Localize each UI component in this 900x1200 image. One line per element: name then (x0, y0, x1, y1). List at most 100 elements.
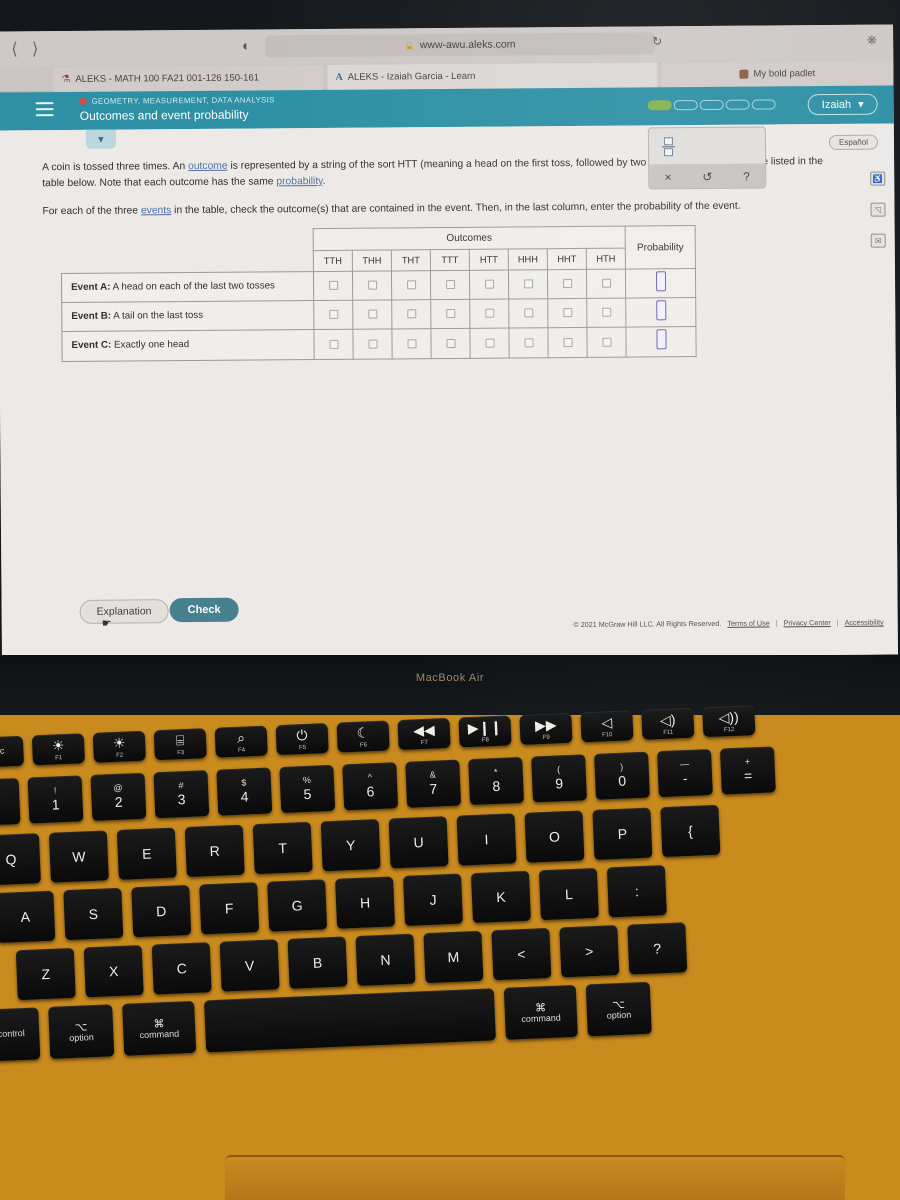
events-link[interactable]: events (141, 205, 171, 216)
outcome-checkbox-cell[interactable] (547, 298, 587, 329)
checkbox-icon[interactable] (562, 308, 572, 318)
checkbox-icon[interactable] (328, 339, 339, 349)
key-1[interactable]: ! 1 (27, 775, 84, 824)
probability-input[interactable] (655, 270, 666, 291)
checkbox-icon[interactable] (328, 280, 338, 291)
key-7[interactable]: & 7 (405, 759, 462, 808)
key-k[interactable]: K (470, 870, 531, 924)
key-c[interactable]: C (151, 942, 212, 995)
browser-tab-1[interactable]: ⚗ ALEKS - MATH 100 FA21 001-126 150-161 (53, 64, 324, 93)
key-q[interactable]: Q (0, 833, 41, 886)
checkbox-icon[interactable] (484, 338, 495, 348)
key-backtick[interactable]: ~` (0, 778, 21, 827)
user-menu-button[interactable]: Izaiah ▾ (807, 93, 878, 116)
outcome-checkbox-cell[interactable] (313, 271, 353, 301)
checkbox-icon[interactable] (562, 279, 572, 289)
outcome-checkbox-cell[interactable] (352, 329, 393, 359)
fraction-template-icon[interactable] (661, 136, 675, 156)
key-f1[interactable]: ☀ F1 (31, 733, 85, 766)
key-p[interactable]: P (592, 807, 653, 860)
key-j[interactable]: J (402, 873, 464, 926)
forward-arrow-icon[interactable]: ⟩ (32, 39, 39, 59)
outcome-checkbox-cell[interactable] (469, 299, 509, 329)
key-option-right[interactable]: ⌥ option (585, 981, 652, 1037)
terms-of-use-link[interactable]: Terms of Use (727, 618, 769, 627)
checkbox-icon[interactable] (328, 310, 338, 320)
outcome-checkbox-cell[interactable] (508, 269, 548, 300)
key-4[interactable]: $4 (216, 767, 273, 816)
key-control[interactable]: control (0, 1007, 41, 1062)
key-f2[interactable]: ☀ F2 (92, 730, 146, 763)
outcome-checkbox-cell[interactable] (391, 329, 432, 359)
espanol-button[interactable]: Español (828, 134, 879, 151)
key-u[interactable]: U (388, 816, 449, 869)
checkbox-icon[interactable] (445, 309, 455, 319)
key-t[interactable]: T (252, 821, 313, 875)
hamburger-menu-icon[interactable] (35, 102, 54, 120)
message-icon[interactable]: ✉ (870, 233, 886, 248)
notes-icon[interactable]: ◹ (870, 202, 886, 217)
collapse-panel-button[interactable]: ▾ (85, 129, 116, 149)
key-command-right[interactable]: ⌘ command (503, 984, 578, 1040)
trackpad-area[interactable] (225, 1155, 845, 1200)
outcome-checkbox-cell[interactable] (547, 327, 588, 358)
key-m[interactable]: M (423, 930, 484, 984)
browser-tab-2[interactable]: A ALEKS - Izaiah Garcia - Learn (327, 62, 658, 90)
share-icon[interactable]: ⎈ (867, 32, 878, 48)
outcome-checkbox-cell[interactable] (430, 328, 471, 359)
probability-input[interactable] (655, 300, 666, 321)
outcome-checkbox-cell[interactable] (508, 298, 548, 329)
key-f10[interactable]: ◁ F10 (580, 710, 634, 743)
checkbox-icon[interactable] (484, 279, 494, 289)
outcome-checkbox-cell[interactable] (313, 329, 354, 360)
key-x[interactable]: X (83, 945, 144, 998)
key-f9[interactable]: ▶▶ F9 (519, 712, 573, 745)
checkbox-icon[interactable] (523, 308, 533, 318)
checkbox-icon[interactable] (406, 338, 417, 348)
outcome-checkbox-cell[interactable] (352, 270, 392, 301)
key-e[interactable]: E (116, 827, 177, 880)
probability-input-cell[interactable] (625, 268, 696, 299)
key-v[interactable]: V (219, 939, 280, 992)
outcome-checkbox-cell[interactable] (391, 270, 431, 301)
key-minus[interactable]: — - (656, 748, 713, 798)
key-equals[interactable]: + = (719, 746, 776, 795)
probability-input-cell[interactable] (625, 326, 697, 357)
key-3[interactable]: #3 (153, 770, 210, 819)
key-w[interactable]: W (48, 830, 109, 883)
browser-tab-3[interactable]: My bold padlet (661, 60, 894, 88)
check-button[interactable]: Check (169, 597, 239, 623)
privacy-center-link[interactable]: Privacy Center (784, 618, 831, 627)
outcome-checkbox-cell[interactable] (586, 327, 627, 358)
checkbox-icon[interactable] (484, 308, 494, 319)
back-arrow-icon[interactable]: ⟨ (11, 39, 18, 59)
key-d[interactable]: D (131, 884, 192, 938)
keypad-undo-button[interactable]: ↺ (702, 169, 712, 183)
sidebar-toggle-icon[interactable]: ◖ (240, 38, 249, 55)
key-h[interactable]: H (335, 876, 396, 929)
probability-input-cell[interactable] (625, 297, 696, 328)
outcome-checkbox-cell[interactable] (469, 270, 509, 300)
key-r[interactable]: R (184, 824, 245, 878)
key-bracket-left[interactable]: { (660, 804, 721, 858)
checkbox-icon[interactable] (406, 309, 416, 319)
key-l[interactable]: L (538, 867, 599, 921)
key-9[interactable]: (9 (531, 754, 587, 803)
address-bar[interactable]: 🔒 www-awu.aleks.com (265, 32, 656, 58)
key-n[interactable]: N (355, 933, 416, 987)
key-6[interactable]: ^ 6 (342, 762, 399, 811)
key-esc[interactable]: esc (0, 735, 25, 768)
key-z[interactable]: Z (15, 947, 76, 1001)
key-f12[interactable]: ◁)) F12 (702, 705, 756, 738)
outcome-checkbox-cell[interactable] (391, 299, 431, 330)
key-command-left[interactable]: ⌘ command (122, 1000, 197, 1056)
key-o[interactable]: O (524, 810, 585, 863)
key-a[interactable]: A (0, 890, 56, 944)
key-semicolon[interactable]: : (606, 865, 667, 918)
key-space[interactable] (204, 988, 496, 1053)
outcome-checkbox-cell[interactable] (469, 328, 510, 358)
explanation-button[interactable]: Explanation (79, 599, 169, 624)
probability-link[interactable]: probability (276, 176, 322, 187)
probability-input[interactable] (655, 329, 667, 350)
key-f7[interactable]: ◀◀ F7 (397, 717, 451, 751)
